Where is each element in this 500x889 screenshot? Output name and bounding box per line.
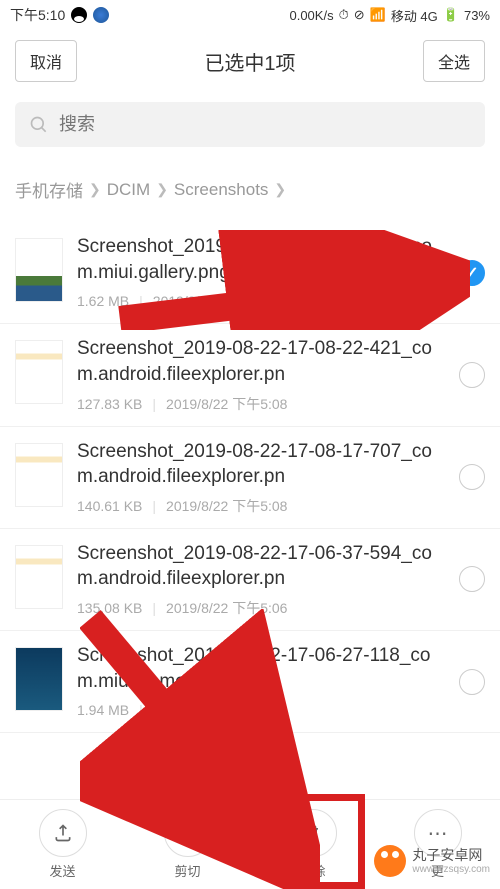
checkbox[interactable] [459, 362, 485, 388]
chevron-right-icon: ❯ [274, 181, 286, 198]
chevron-right-icon: ❯ [156, 181, 168, 198]
breadcrumb-item[interactable]: 手机存储 [15, 177, 83, 202]
file-thumbnail [15, 647, 63, 711]
carrier-label: 移动 4G [391, 6, 438, 25]
watermark-title: 丸子安卓网 [412, 847, 490, 864]
signal-icon: 📶 [370, 7, 386, 23]
search-input[interactable] [59, 114, 471, 135]
search-bar[interactable] [15, 102, 485, 147]
chevron-right-icon: ❯ [89, 181, 101, 198]
breadcrumb[interactable]: 手机存储 ❯ DCIM ❯ Screenshots ❯ [0, 167, 500, 222]
file-thumbnail [15, 545, 63, 609]
search-icon [29, 115, 49, 135]
action-label: 发送 [49, 861, 75, 880]
file-date: 2019/8/22 下午5:08 [166, 496, 287, 516]
file-name: Screenshot_2019-08-22-17-06-37-594_com.a… [77, 541, 445, 592]
status-bar: 下午5:10 0.00K/s ⏱ ⊘ 📶 移动 4G 🔋 73% [0, 0, 500, 30]
more-icon: ⋯ [428, 821, 448, 846]
dnd-icon: ⊘ [354, 7, 365, 23]
annotation-arrow [110, 230, 470, 330]
header: 取消 已选中1项 全选 [0, 30, 500, 102]
watermark-logo [374, 845, 406, 877]
file-date: 2019/8/22 下午5:08 [166, 394, 287, 414]
breadcrumb-item[interactable]: DCIM [107, 180, 150, 200]
divider: | [152, 396, 156, 412]
watermark-url: www.wzsqsy.com [412, 864, 490, 875]
battery-icon: 🔋 [443, 7, 459, 23]
breadcrumb-item[interactable]: Screenshots [174, 180, 269, 200]
alarm-icon: ⏱ [339, 7, 349, 23]
checkbox[interactable] [459, 464, 485, 490]
file-name: Screenshot_2019-08-22-17-08-17-707_com.a… [77, 439, 445, 490]
file-size: 140.61 KB [77, 498, 142, 514]
qq-icon [71, 7, 87, 23]
file-thumbnail [15, 443, 63, 507]
cancel-button[interactable]: 取消 [15, 40, 77, 82]
file-item[interactable]: Screenshot_2019-08-22-17-08-17-707_com.a… [0, 427, 500, 529]
battery-percent: 73% [464, 8, 490, 23]
checkbox[interactable] [459, 566, 485, 592]
annotation-arrow [80, 609, 320, 889]
file-size: 127.83 KB [77, 396, 142, 412]
file-name: Screenshot_2019-08-22-17-08-22-421_com.a… [77, 336, 445, 387]
file-item[interactable]: Screenshot_2019-08-22-17-08-22-421_com.a… [0, 324, 500, 426]
share-icon [53, 823, 73, 843]
watermark: 丸子安卓网 www.wzsqsy.com [374, 845, 490, 877]
net-speed: 0.00K/s [289, 8, 333, 23]
status-time: 下午5:10 [10, 5, 65, 25]
checkbox[interactable] [459, 669, 485, 695]
annotation-box [295, 794, 365, 889]
file-thumbnail [15, 340, 63, 404]
select-all-button[interactable]: 全选 [423, 40, 485, 82]
divider: | [152, 498, 156, 514]
page-title: 已选中1项 [204, 47, 295, 76]
browser-icon [93, 7, 109, 23]
file-thumbnail [15, 238, 63, 302]
